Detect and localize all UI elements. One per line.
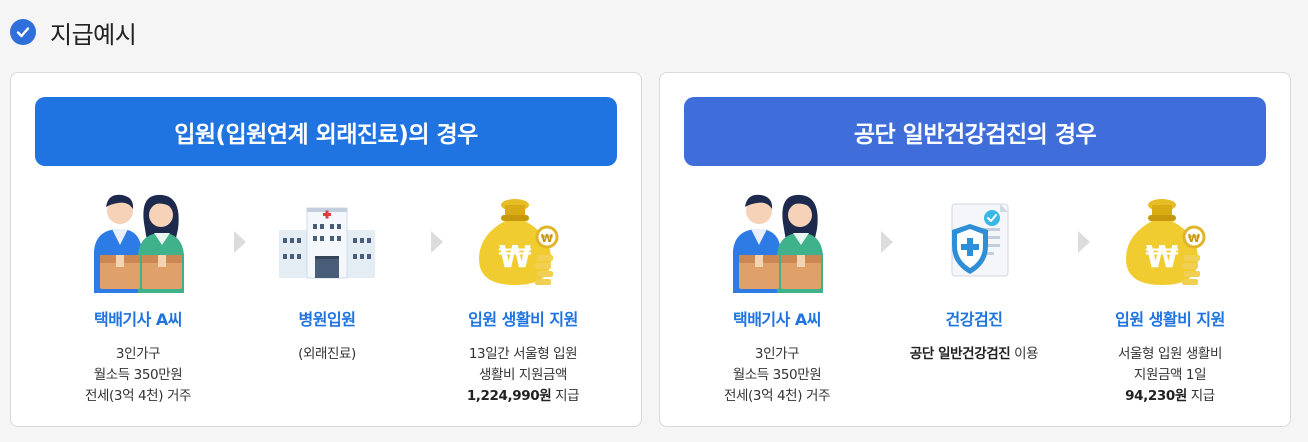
step-support: ₩ ₩ 입원 생활비 지원 서울형 입원 생활비 지원금액 1일 94,230원…: [1070, 186, 1270, 407]
desc-line: (외래진료): [298, 346, 356, 362]
svg-text:₩: ₩: [498, 240, 531, 275]
desc-line: 지원금액 1일: [1133, 367, 1207, 383]
amount-suffix: 지급: [1186, 388, 1215, 404]
desc-line: 서울형 입원 생활비: [1118, 346, 1222, 362]
svg-text:₩: ₩: [1145, 240, 1178, 275]
step-support: ₩ ₩ 입원 생활비 지원 13일간 서울형 입원 생활비 지원금액 1,224…: [423, 186, 623, 407]
step-title: 병원입원: [298, 310, 356, 329]
step-title: 택배기사 A씨: [93, 310, 183, 329]
money-bag-icon: ₩ ₩: [1110, 186, 1230, 296]
health-shield-document-icon: [914, 186, 1034, 296]
step-title: 택배기사 A씨: [732, 310, 822, 329]
check-circle-icon: [10, 19, 36, 45]
step-title: 입원 생활비 지원: [468, 310, 578, 329]
step-desc: (외래진료): [227, 344, 427, 365]
desc-line: 월소득 350만원: [732, 367, 822, 383]
desc-suffix: 이용: [1010, 346, 1039, 362]
step-courier: 택배기사 A씨 3인가구 월소득 350만원 전세(3억 4천) 거주: [677, 186, 877, 407]
step-desc: 13일간 서울형 입원 생활비 지원금액 1,224,990원 지급: [423, 344, 623, 407]
desc-emphasis: 공단 일반건강검진: [909, 346, 1011, 362]
desc-line: 전세(3억 4천) 거주: [723, 388, 830, 404]
desc-line: 3인가구: [115, 346, 161, 362]
desc-line: 13일간 서울형 입원: [468, 346, 578, 362]
card-header: 입원(입원연계 외래진료)의 경우: [35, 97, 617, 166]
example-card-inpatient: 입원(입원연계 외래진료)의 경우 택배기사 A씨 3인가구 월소득 350만원…: [10, 72, 642, 427]
step-courier: 택배기사 A씨 3인가구 월소득 350만원 전세(3억 4천) 거주: [38, 186, 238, 407]
desc-line: 공단 일반건강검진 이용: [874, 344, 1074, 365]
amount-suffix: 지급: [551, 388, 580, 404]
hospital-icon: [267, 186, 387, 296]
section-title: 지급예시: [50, 20, 137, 49]
svg-text:₩: ₩: [541, 232, 553, 245]
step-desc: 3인가구 월소득 350만원 전세(3억 4천) 거주: [677, 344, 877, 407]
desc-line: 월소득 350만원: [93, 367, 183, 383]
step-title: 건강검진: [945, 310, 1003, 329]
steps-row: 택배기사 A씨 3인가구 월소득 350만원 전세(3억 4천) 거주 병원입원…: [11, 186, 641, 426]
desc-line: 3인가구: [754, 346, 800, 362]
step-desc: 3인가구 월소득 350만원 전세(3억 4천) 거주: [38, 344, 238, 407]
step-desc: 공단 일반건강검진 이용: [874, 344, 1074, 365]
couriers-icon: [717, 186, 837, 296]
amount-line: 1,224,990원 지급: [423, 386, 623, 407]
amount-value: 1,224,990원: [466, 388, 552, 404]
section-header: 지급예시: [10, 15, 137, 49]
steps-row: 택배기사 A씨 3인가구 월소득 350만원 전세(3억 4천) 거주 건강검진: [660, 186, 1290, 426]
step-title: 입원 생활비 지원: [1115, 310, 1225, 329]
step-checkup: 건강검진 공단 일반건강검진 이용: [874, 186, 1074, 365]
desc-line: 생활비 지원금액: [478, 367, 568, 383]
example-card-checkup: 공단 일반건강검진의 경우 택배기사 A씨 3인가구 월소득 350만원 전세(…: [659, 72, 1291, 427]
couriers-icon: [78, 186, 198, 296]
step-desc: 서울형 입원 생활비 지원금액 1일 94,230원 지급: [1070, 344, 1270, 407]
money-bag-icon: ₩ ₩: [463, 186, 583, 296]
step-hospital: 병원입원 (외래진료): [227, 186, 427, 365]
desc-line: 전세(3억 4천) 거주: [84, 388, 191, 404]
amount-value: 94,230원: [1125, 388, 1187, 404]
svg-text:₩: ₩: [1188, 232, 1200, 245]
card-header: 공단 일반건강검진의 경우: [684, 97, 1266, 166]
amount-line: 94,230원 지급: [1070, 386, 1270, 407]
